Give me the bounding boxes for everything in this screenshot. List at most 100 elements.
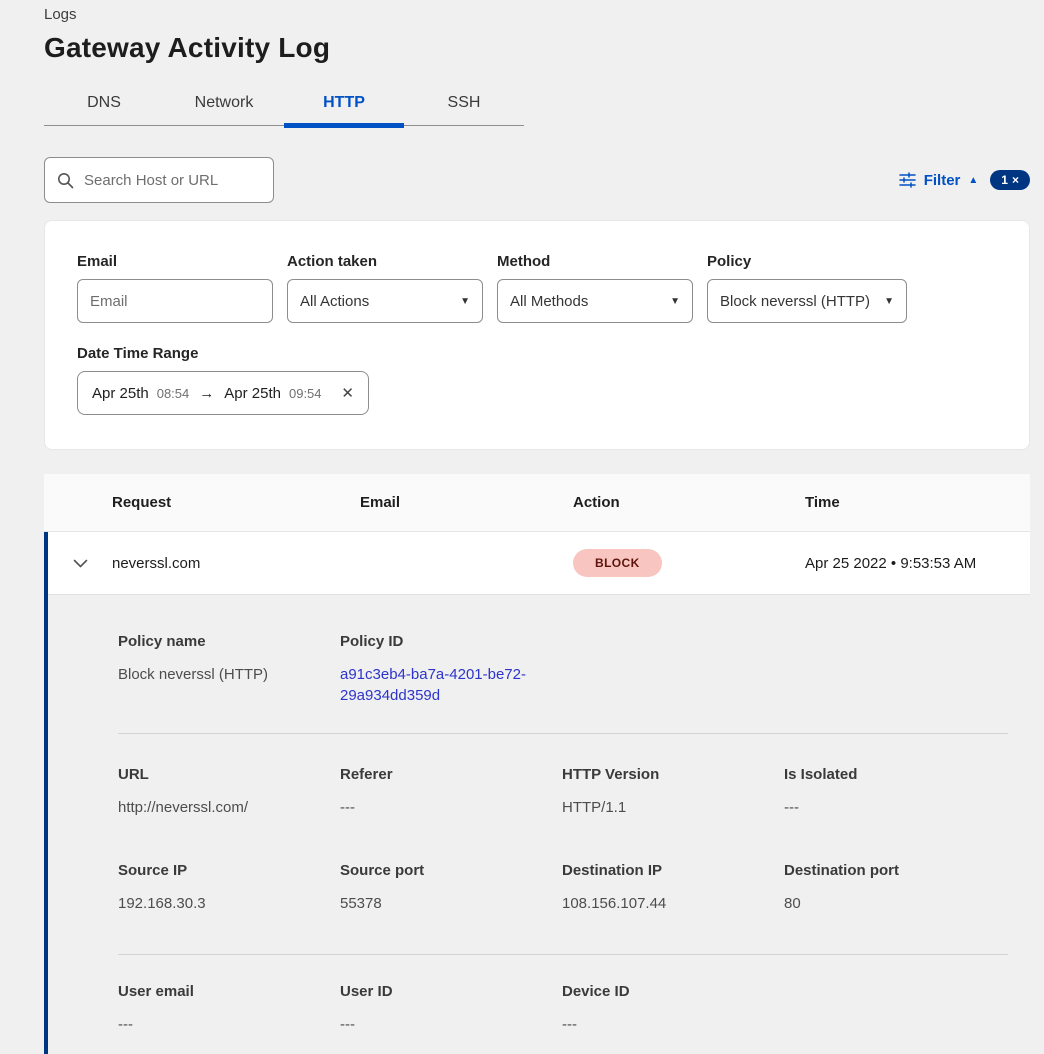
column-header-action: Action [573, 494, 805, 511]
detail-label: Referer [340, 766, 562, 783]
detail-label: Device ID [562, 983, 784, 1000]
table-header-row: Request Email Action Time [44, 474, 1030, 532]
detail-value: --- [784, 797, 1008, 818]
section-divider [118, 733, 1008, 734]
email-label: Email [77, 253, 273, 270]
chevron-up-icon[interactable]: ▲ [968, 175, 978, 186]
detail-label: Source IP [118, 862, 340, 879]
detail-field: Referer --- [340, 766, 562, 818]
detail-field: Destination IP 108.156.107.44 [562, 862, 784, 914]
detail-field: User email --- [118, 983, 340, 1035]
close-icon[interactable]: ✕ [341, 384, 354, 402]
method-filter: Method All Methods ▼ [497, 253, 693, 323]
expanded-row-container: neverssl.com BLOCK Apr 25 2022 • 9:53:53… [44, 532, 1030, 1054]
action-cell: BLOCK [573, 549, 805, 577]
policy-select[interactable]: Block neverssl (HTTP) ▼ [707, 279, 907, 323]
tab-dns[interactable]: DNS [44, 83, 164, 125]
breadcrumb[interactable]: Logs [44, 4, 1030, 23]
detail-label: Source port [340, 862, 562, 879]
action-taken-select[interactable]: All Actions ▼ [287, 279, 483, 323]
clear-filters-icon[interactable]: × [1012, 173, 1019, 187]
tab-ssh[interactable]: SSH [404, 83, 524, 125]
filter-sliders-icon[interactable] [899, 172, 916, 188]
detail-label: User email [118, 983, 340, 1000]
filter-count-badge[interactable]: 1 × [990, 170, 1030, 190]
time-cell: Apr 25 2022 • 9:53:53 AM [805, 555, 1030, 572]
action-taken-value: All Actions [300, 293, 369, 310]
tab-network[interactable]: Network [164, 83, 284, 125]
detail-value: --- [340, 797, 562, 818]
search-input[interactable] [84, 172, 283, 189]
method-select[interactable]: All Methods ▼ [497, 279, 693, 323]
detail-label: URL [118, 766, 340, 783]
detail-label: User ID [340, 983, 562, 1000]
gateway-activity-log-page: Logs Gateway Activity Log DNS Network HT… [0, 0, 1044, 1054]
policy-id-link[interactable]: a91c3eb4-ba7a-4201-be72-29a934dd359d [340, 664, 540, 706]
detail-value: 192.168.30.3 [118, 893, 340, 914]
detail-label: Policy ID [340, 633, 562, 650]
network-section: Source IP 192.168.30.3 Source port 55378… [118, 862, 1008, 914]
collapse-row-button[interactable] [48, 559, 112, 568]
detail-field: URL http://neverssl.com/ [118, 766, 340, 818]
detail-field: Is Isolated --- [784, 766, 1008, 818]
policy-value: Block neverssl (HTTP) [720, 293, 870, 310]
tab-http[interactable]: HTTP [284, 83, 404, 125]
tab-bar: DNS Network HTTP SSH [44, 83, 524, 126]
detail-field: Device ID --- [562, 983, 784, 1035]
column-header-email: Email [360, 494, 573, 511]
chevron-down-icon: ▼ [460, 296, 470, 307]
chevron-down-icon: ▼ [670, 296, 680, 307]
detail-field: Destination port 80 [784, 862, 1008, 914]
detail-value: --- [118, 1014, 340, 1035]
column-header-time: Time [805, 494, 1030, 511]
section-divider [118, 954, 1008, 955]
search-icon [57, 172, 74, 189]
date-range-label: Date Time Range [77, 345, 997, 362]
range-start-time[interactable]: 08:54 [157, 386, 190, 401]
detail-value: --- [340, 1014, 562, 1035]
action-taken-label: Action taken [287, 253, 483, 270]
user-section: User email --- User ID --- Device ID --- [118, 983, 1008, 1035]
detail-value: 55378 [340, 893, 562, 914]
arrow-right-icon: → [199, 385, 214, 402]
detail-value: 80 [784, 893, 1008, 914]
detail-field: Source IP 192.168.30.3 [118, 862, 340, 914]
column-header-request: Request [112, 494, 360, 511]
detail-field: User ID --- [340, 983, 562, 1035]
range-end-time[interactable]: 09:54 [289, 386, 322, 401]
policy-filter: Policy Block neverssl (HTTP) ▼ [707, 253, 907, 323]
date-range-control[interactable]: Apr 25th 08:54 → Apr 25th 09:54 ✕ [77, 371, 369, 415]
detail-label: Policy name [118, 633, 340, 650]
chevron-down-icon [73, 559, 88, 568]
detail-field: Policy name Block neverssl (HTTP) [118, 633, 340, 706]
range-start-date[interactable]: Apr 25th [92, 385, 149, 402]
detail-value: Block neverssl (HTTP) [118, 664, 340, 685]
email-field[interactable] [77, 279, 273, 323]
range-end-date[interactable]: Apr 25th [224, 385, 281, 402]
request-cell: neverssl.com [112, 555, 360, 572]
method-label: Method [497, 253, 693, 270]
filter-button[interactable]: Filter [924, 172, 961, 189]
filter-controls: Filter ▲ 1 × [899, 170, 1030, 190]
block-status-badge: BLOCK [573, 549, 662, 577]
policy-section: Policy name Block neverssl (HTTP) Policy… [118, 633, 1008, 706]
detail-field: Source port 55378 [340, 862, 562, 914]
activity-log-table: Request Email Action Time neverssl.com B… [44, 474, 1030, 1054]
request-section: URL http://neverssl.com/ Referer --- HTT… [118, 766, 1008, 818]
detail-label: Is Isolated [784, 766, 1008, 783]
detail-label: Destination port [784, 862, 1008, 879]
page-title: Gateway Activity Log [44, 32, 1030, 64]
policy-label: Policy [707, 253, 907, 270]
filter-count: 1 [1001, 173, 1008, 187]
row-details-panel: Policy name Block neverssl (HTTP) Policy… [48, 594, 1030, 1054]
filter-panel: Email Action taken All Actions ▼ Method … [44, 220, 1030, 450]
detail-field: HTTP Version HTTP/1.1 [562, 766, 784, 818]
chevron-down-icon: ▼ [884, 296, 894, 307]
detail-label: Destination IP [562, 862, 784, 879]
detail-value: 108.156.107.44 [562, 893, 784, 914]
search-box[interactable] [44, 157, 274, 203]
action-taken-filter: Action taken All Actions ▼ [287, 253, 483, 323]
table-row[interactable]: neverssl.com BLOCK Apr 25 2022 • 9:53:53… [48, 532, 1030, 594]
toolbar: Filter ▲ 1 × [44, 157, 1030, 203]
detail-value: http://neverssl.com/ [118, 797, 340, 818]
